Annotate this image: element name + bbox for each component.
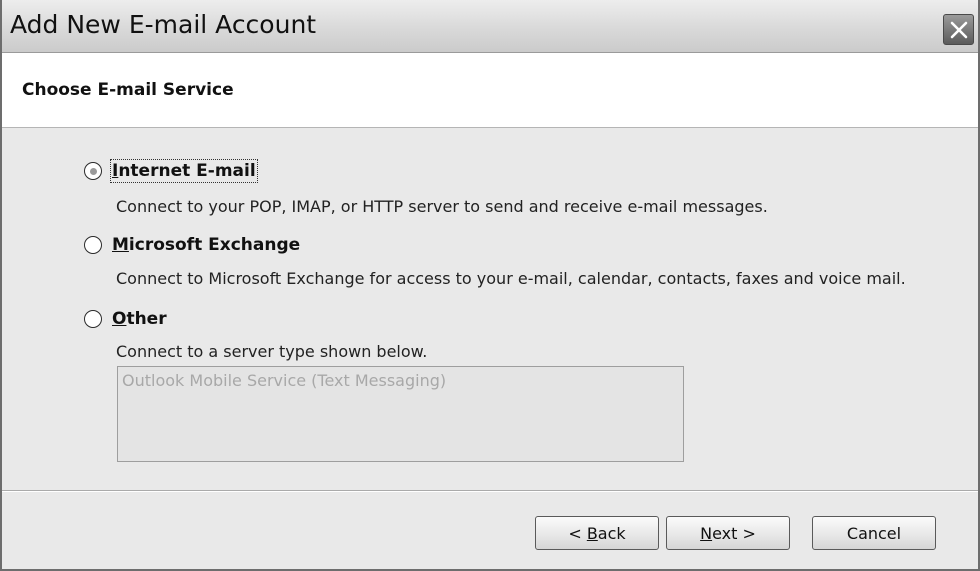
cancel-button[interactable]: Cancel: [812, 516, 936, 550]
option-label-text: ther: [126, 309, 167, 329]
option-label-internet-email[interactable]: Internet E-mail: [110, 159, 258, 183]
option-description-internet-email: Connect to your POP, IMAP, or HTTP serve…: [116, 197, 768, 216]
radio-internet-email[interactable]: [84, 162, 102, 180]
close-button[interactable]: [943, 14, 974, 45]
radio-microsoft-exchange[interactable]: [84, 236, 102, 254]
server-type-list[interactable]: Outlook Mobile Service (Text Messaging): [117, 366, 684, 462]
option-label-microsoft-exchange[interactable]: Microsoft Exchange: [112, 235, 300, 255]
footer-divider: [2, 490, 978, 492]
title-bar[interactable]: Add New E-mail Account: [2, 0, 978, 53]
option-microsoft-exchange[interactable]: Microsoft Exchange: [84, 235, 300, 255]
accelerator-key: B: [586, 523, 598, 543]
service-options-panel: Internet E-mail Connect to your POP, IMA…: [2, 128, 978, 490]
option-other[interactable]: Other: [84, 309, 167, 329]
accelerator-key: M: [112, 235, 129, 255]
back-button-prefix: <: [568, 523, 587, 543]
close-icon: [950, 21, 967, 38]
back-button-label: ack: [597, 523, 626, 543]
radio-other[interactable]: [84, 310, 102, 328]
server-type-item[interactable]: Outlook Mobile Service (Text Messaging): [122, 371, 446, 390]
next-button-label: ext >: [712, 523, 756, 543]
back-button[interactable]: < Back: [535, 516, 659, 550]
option-description-microsoft-exchange: Connect to Microsoft Exchange for access…: [116, 269, 906, 288]
cancel-button-label: Cancel: [846, 523, 902, 543]
window-title: Add New E-mail Account: [10, 10, 317, 39]
wizard-header: Choose E-mail Service: [2, 53, 978, 128]
option-label-other[interactable]: Other: [112, 309, 167, 329]
option-label-text: icrosoft Exchange: [128, 235, 301, 255]
next-button[interactable]: Next >: [666, 516, 790, 550]
accelerator-key: N: [700, 523, 713, 543]
add-email-account-dialog: Add New E-mail Account Choose E-mail Ser…: [0, 0, 980, 571]
option-label-text: nternet E-mail: [118, 161, 256, 181]
option-description-other: Connect to a server type shown below.: [116, 342, 428, 361]
option-internet-email[interactable]: Internet E-mail: [84, 159, 258, 183]
page-title: Choose E-mail Service: [22, 80, 234, 100]
radio-selected-dot: [89, 167, 97, 175]
accelerator-key: O: [112, 309, 127, 329]
